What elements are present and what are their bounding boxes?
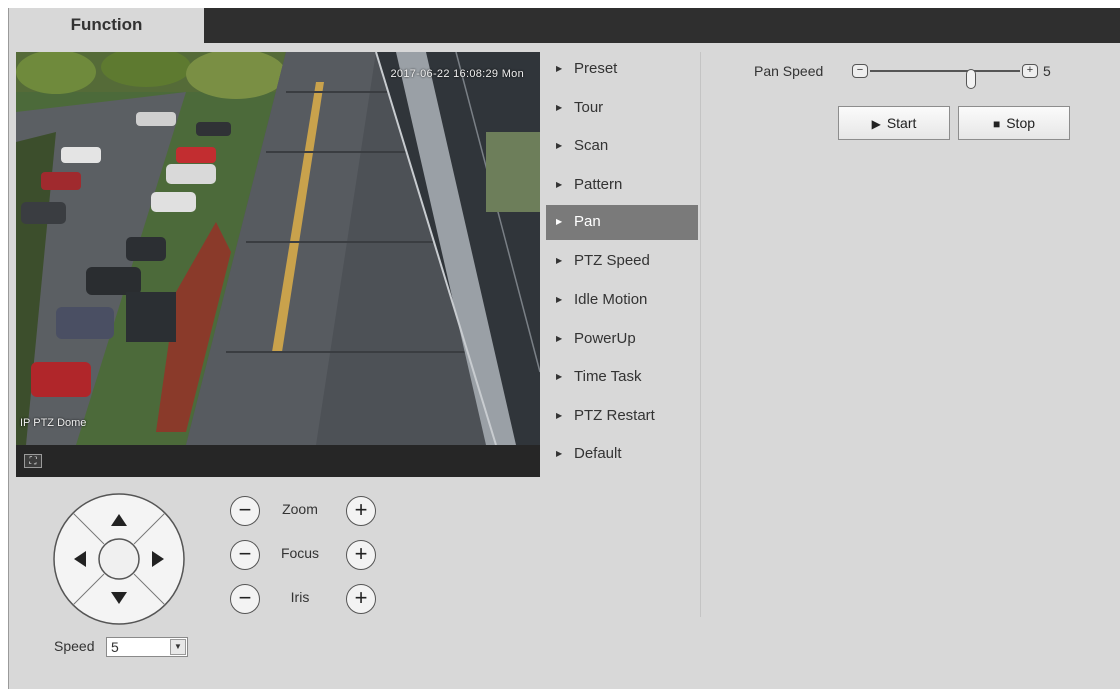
- menu-item-powerup[interactable]: ▶ PowerUp: [546, 320, 698, 359]
- tab-function[interactable]: Function: [9, 8, 204, 43]
- video-toolbar: ⛶: [16, 445, 540, 477]
- menu-arrow-icon: ▶: [556, 410, 563, 420]
- iris-label: Iris: [290, 589, 310, 605]
- menu-arrow-icon: ▶: [556, 64, 563, 73]
- pan-speed-minus-button[interactable]: −: [852, 64, 868, 78]
- pan-speed-plus-button[interactable]: +: [1022, 64, 1038, 78]
- zoom-control: − Zoom +: [220, 496, 380, 530]
- speed-label: Speed: [54, 638, 95, 654]
- stop-icon: ■: [992, 117, 1001, 131]
- iris-plus-button[interactable]: +: [346, 584, 376, 614]
- speed-select-value: 5: [111, 639, 119, 655]
- panel-divider: [700, 52, 701, 617]
- menu-item-preset[interactable]: ▶ Preset: [546, 50, 698, 89]
- menu-item-idle-motion[interactable]: ▶ Idle Motion: [546, 281, 698, 320]
- pan-speed-value: 5: [1043, 63, 1051, 79]
- focus-control: − Focus +: [220, 540, 380, 574]
- focus-minus-button[interactable]: −: [230, 540, 260, 570]
- menu-arrow-icon: ▶: [556, 217, 563, 227]
- menu-item-time-task[interactable]: ▶ Time Task: [546, 358, 698, 397]
- menu-item-scan[interactable]: ▶ Scan: [546, 127, 698, 166]
- pan-speed-slider-thumb[interactable]: [966, 69, 976, 89]
- speed-select[interactable]: 5 ▼: [106, 637, 188, 657]
- menu-arrow-icon: ▶: [556, 333, 563, 343]
- video-preview: 2017-06-22 16:08:29 Mon IP PTZ Dome: [16, 52, 540, 445]
- osd-channel-name: IP PTZ Dome: [20, 417, 87, 429]
- menu-arrow-icon: ▶: [556, 294, 563, 304]
- fullscreen-icon[interactable]: ⛶: [24, 454, 42, 468]
- chevron-down-icon[interactable]: ▼: [170, 639, 186, 655]
- function-menu: ▶ Preset ▶ Tour ▶ Scan ▶ Pattern ▶ Pan ▶ PTZ S…: [546, 50, 698, 474]
- iris-control: − Iris +: [220, 584, 380, 618]
- start-button[interactable]: ▶ Start: [838, 106, 950, 140]
- menu-item-ptz-speed[interactable]: ▶ PTZ Speed: [546, 242, 698, 281]
- start-button-label: Start: [886, 115, 917, 131]
- iris-minus-button[interactable]: −: [230, 584, 260, 614]
- menu-arrow-icon: ▶: [556, 449, 563, 459]
- zoom-out-button[interactable]: −: [230, 496, 260, 526]
- play-icon: ▶: [871, 117, 881, 131]
- menu-arrow-icon: ▶: [556, 256, 563, 266]
- zoom-label: Zoom: [282, 501, 318, 517]
- focus-plus-button[interactable]: +: [346, 540, 376, 570]
- speed-control: Speed 5 ▼: [54, 637, 188, 657]
- menu-item-tour[interactable]: ▶ Tour: [546, 89, 698, 128]
- menu-item-pan[interactable]: ▶ Pan: [546, 205, 698, 241]
- menu-item-pattern[interactable]: ▶ Pattern: [546, 166, 698, 205]
- focus-label: Focus: [280, 545, 320, 561]
- menu-item-default[interactable]: ▶ Default: [546, 435, 698, 474]
- menu-arrow-icon: ▶: [556, 141, 563, 151]
- stop-button-label: Stop: [1006, 115, 1036, 131]
- stop-button[interactable]: ■ Stop: [958, 106, 1070, 140]
- ptz-center-button[interactable]: [98, 538, 140, 580]
- menu-arrow-icon: ▶: [556, 179, 563, 189]
- pan-speed-label: Pan Speed: [754, 63, 824, 79]
- osd-timestamp: 2017-06-22 16:08:29 Mon: [390, 68, 524, 80]
- menu-arrow-icon: ▶: [556, 102, 563, 112]
- top-bar: Function: [9, 8, 1120, 43]
- menu-arrow-icon: ▶: [556, 372, 563, 382]
- camera-scene: [16, 52, 540, 445]
- pan-speed-slider-track[interactable]: [870, 69, 1020, 89]
- zoom-in-button[interactable]: +: [346, 496, 376, 526]
- ptz-direction-pad: [53, 493, 185, 625]
- menu-item-ptz-restart[interactable]: ▶ PTZ Restart: [546, 397, 698, 436]
